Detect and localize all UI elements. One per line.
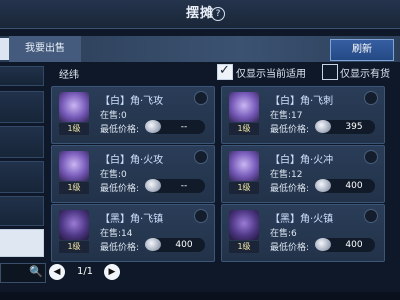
item-stock: 在售:14: [100, 229, 133, 239]
in-stock-label: 仅显示有货: [340, 69, 390, 80]
checkmark-icon: ✓: [219, 63, 230, 78]
select-radio[interactable]: [194, 91, 208, 105]
item-price: --: [180, 181, 188, 191]
min-price-label: 最低价格:: [270, 184, 310, 194]
item-icon: [59, 92, 89, 122]
item-level: 1级: [229, 123, 259, 135]
item-name: 【白】角·火冲: [270, 155, 334, 166]
sidebar-item-5[interactable]: [0, 196, 44, 226]
tab-sell[interactable]: 我要出售: [9, 36, 81, 62]
item-card[interactable]: 1级 【白】角·飞攻 在售:0 最低价格: --: [51, 86, 215, 144]
item-icon: [229, 151, 259, 181]
item-card[interactable]: 1级 【黑】角·火镇 在售:6 最低价格: 400: [221, 204, 385, 262]
item-stock: 在售:0: [100, 111, 127, 121]
select-radio[interactable]: [364, 91, 378, 105]
search-icon[interactable]: 🔍: [29, 265, 43, 278]
current-use-label: 仅显示当前适用: [236, 69, 306, 80]
item-stock: 在售:12: [270, 170, 303, 180]
item-price: 400: [345, 240, 363, 250]
prev-page-button[interactable]: ◀: [49, 264, 65, 280]
item-price: --: [180, 122, 188, 132]
item-name: 【白】角·火攻: [100, 155, 164, 166]
item-level: 1级: [59, 182, 89, 194]
page-indicator: 1/1: [76, 266, 94, 277]
coin-icon: [145, 179, 161, 192]
item-level: 1级: [59, 123, 89, 135]
min-price-label: 最低价格:: [270, 125, 310, 135]
min-price-label: 最低价格:: [100, 125, 140, 135]
next-page-button[interactable]: ▶: [104, 264, 120, 280]
item-stock: 在售:17: [270, 111, 303, 121]
min-price-label: 最低价格:: [270, 243, 310, 253]
item-card[interactable]: 1级 【白】角·飞刺 在售:17 最低价格: 395: [221, 86, 385, 144]
sidebar-item-2[interactable]: [0, 91, 44, 123]
item-name: 【白】角·飞刺: [270, 96, 334, 107]
tab-left-highlight[interactable]: [0, 38, 9, 60]
sidebar-item-selected[interactable]: [0, 229, 44, 257]
coin-icon: [315, 120, 331, 133]
item-card[interactable]: 1级 【白】角·火冲 在售:12 最低价格: 400: [221, 145, 385, 203]
min-price-label: 最低价格:: [100, 243, 140, 253]
item-price: 400: [175, 240, 193, 250]
coin-icon: [315, 238, 331, 251]
sidebar-item-4[interactable]: [0, 161, 44, 193]
bottom-strip: [0, 292, 400, 300]
coin-icon: [145, 238, 161, 251]
help-icon[interactable]: ?: [211, 7, 225, 21]
page-title: 摆摊: [185, 6, 214, 21]
item-icon: [59, 210, 89, 240]
select-radio[interactable]: [194, 209, 208, 223]
item-level: 1级: [59, 241, 89, 253]
item-stock: 在售:0: [100, 170, 127, 180]
coin-icon: [145, 120, 161, 133]
select-radio[interactable]: [364, 209, 378, 223]
coin-icon: [315, 179, 331, 192]
sidebar-item-1[interactable]: [0, 66, 44, 86]
item-stock: 在售:6: [270, 229, 297, 239]
refresh-button[interactable]: 刷新: [330, 39, 394, 61]
select-radio[interactable]: [364, 150, 378, 164]
item-level: 1级: [229, 182, 259, 194]
item-icon: [59, 151, 89, 181]
item-price: 395: [345, 122, 363, 132]
item-name: 【黑】角·飞镇: [100, 214, 164, 225]
sidebar-item-3[interactable]: [0, 126, 44, 158]
in-stock-checkbox[interactable]: [322, 64, 338, 80]
item-card[interactable]: 1级 【黑】角·飞镇 在售:14 最低价格: 400: [51, 204, 215, 262]
min-price-label: 最低价格:: [100, 184, 140, 194]
select-radio[interactable]: [194, 150, 208, 164]
item-icon: [229, 210, 259, 240]
item-level: 1级: [229, 241, 259, 253]
item-price: 400: [345, 181, 363, 191]
item-name: 【白】角·飞攻: [100, 96, 164, 107]
item-name: 【黑】角·火镇: [270, 214, 334, 225]
section-heading: 经纬: [59, 70, 79, 81]
item-card[interactable]: 1级 【白】角·火攻 在售:0 最低价格: --: [51, 145, 215, 203]
item-icon: [229, 92, 259, 122]
